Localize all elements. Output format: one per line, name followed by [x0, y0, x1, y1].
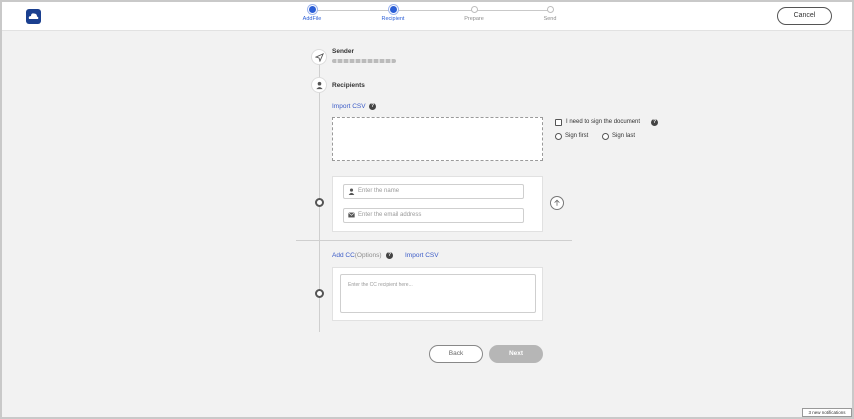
recipient-node	[315, 198, 324, 207]
csv-drop-zone[interactable]	[332, 117, 543, 161]
step-label: Prepare	[464, 16, 484, 22]
paper-plane-icon	[311, 49, 327, 65]
step-label: Recipient	[381, 16, 405, 22]
recipient-card: Enter the name Enter the email address	[332, 176, 543, 232]
section-divider	[296, 240, 572, 241]
cloud-logo-icon[interactable]	[26, 9, 41, 24]
recipients-title: Recipients	[332, 82, 365, 89]
sender-title: Sender	[332, 48, 355, 55]
import-csv-link[interactable]: Import CSV	[332, 103, 366, 110]
help-icon[interactable]: ?	[369, 103, 376, 110]
person-icon	[348, 188, 355, 195]
person-icon	[311, 77, 327, 93]
help-icon[interactable]: ?	[651, 119, 658, 126]
stepper-track	[312, 10, 552, 11]
step-dot	[546, 6, 554, 13]
step-recipient[interactable]: Recipient	[363, 2, 423, 22]
step-dot	[389, 6, 397, 13]
step-prepare[interactable]: Prepare	[444, 2, 504, 22]
next-button[interactable]: Next	[489, 345, 543, 363]
sign-last-label: Sign last	[612, 133, 636, 139]
sign-first-label: Sign first	[565, 133, 589, 139]
step-send[interactable]: Send	[520, 2, 580, 22]
sign-document-checkbox[interactable]	[555, 119, 562, 126]
email-placeholder: Enter the email address	[358, 212, 422, 218]
step-label: Send	[543, 16, 557, 22]
cc-node	[315, 289, 324, 298]
step-dot	[470, 6, 478, 13]
sign-last-radio[interactable]	[602, 133, 609, 140]
envelope-icon	[348, 212, 355, 218]
name-field[interactable]: Enter the name	[343, 184, 524, 199]
help-icon[interactable]: ?	[386, 252, 393, 259]
notification-badge[interactable]: 3 new notifications	[802, 408, 852, 417]
cc-import-csv-link[interactable]: Import CSV	[405, 252, 439, 259]
cc-optional-label: (Options)	[354, 252, 382, 259]
step-addfile[interactable]: AddFile	[282, 2, 342, 22]
email-field[interactable]: Enter the email address	[343, 208, 524, 223]
sign-document-label: I need to sign the document	[566, 119, 641, 125]
sender-email-redacted	[332, 59, 396, 63]
add-cc-label: Add CC	[332, 252, 355, 259]
sign-first-radio[interactable]	[555, 133, 562, 140]
top-bar: AddFile Recipient Prepare Send Cancel	[2, 2, 852, 31]
arrow-up-icon[interactable]	[550, 196, 564, 210]
cc-recipient-input[interactable]: Enter the CC recipient here...	[340, 274, 536, 313]
back-button[interactable]: Back	[429, 345, 483, 363]
step-label: AddFile	[302, 16, 322, 22]
cc-placeholder: Enter the CC recipient here...	[348, 282, 413, 288]
name-placeholder: Enter the name	[358, 188, 400, 194]
add-cc-link[interactable]: Add CC(Options)	[332, 252, 382, 259]
cancel-button[interactable]: Cancel	[777, 7, 832, 25]
step-dot	[308, 6, 316, 13]
